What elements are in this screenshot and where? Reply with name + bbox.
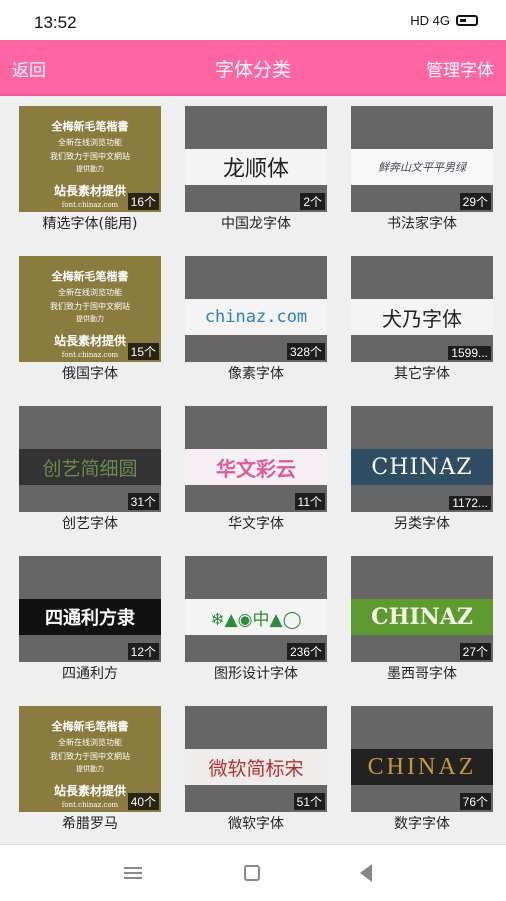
status-icons: HD 4G bbox=[410, 13, 478, 28]
category-thumbnail: CHINAZ 76个 bbox=[351, 706, 493, 812]
category-item[interactable]: chinaz.com 328个 像素字体 bbox=[185, 246, 327, 386]
status-bar: 13:52 HD 4G bbox=[0, 0, 506, 40]
font-count-badge: 51个 bbox=[293, 793, 325, 810]
category-label: 精选字体(能用) bbox=[42, 216, 138, 232]
category-thumbnail: CHINAZ 1172... bbox=[351, 406, 493, 512]
category-thumbnail: chinaz.com 328个 bbox=[185, 256, 327, 362]
category-label: 墨西哥字体 bbox=[387, 666, 457, 682]
font-count-badge: 1599... bbox=[448, 346, 491, 360]
category-label: 其它字体 bbox=[394, 366, 450, 382]
status-time: 13:52 bbox=[34, 13, 77, 32]
category-label: 俄国字体 bbox=[62, 366, 118, 382]
font-preview: ❄▲◉中▲◯ bbox=[185, 599, 327, 635]
manage-fonts-button[interactable]: 管理字体 bbox=[426, 56, 494, 81]
font-count-badge: 16个 bbox=[127, 193, 159, 210]
font-count-badge: 27个 bbox=[459, 643, 491, 660]
font-count-badge: 328个 bbox=[286, 343, 325, 360]
font-preview: 创艺简细圆 bbox=[19, 449, 161, 485]
font-preview: 华文彩云 bbox=[185, 449, 327, 485]
category-item[interactable]: ❄▲◉中▲◯ 236个 图形设计字体 bbox=[185, 546, 327, 686]
font-count-badge: 31个 bbox=[127, 493, 159, 510]
category-thumbnail: 华文彩云 11个 bbox=[185, 406, 327, 512]
category-item[interactable]: 全梅新毛笔楷書 全新在线浏览功能 我们致力于国中文網站 提供動力 站長素材提供 … bbox=[19, 246, 161, 386]
category-thumbnail: 鲜奔山文平平男绿 29个 bbox=[351, 106, 493, 212]
category-label: 图形设计字体 bbox=[214, 666, 298, 682]
category-label: 微软字体 bbox=[228, 816, 284, 832]
category-label: 创艺字体 bbox=[62, 516, 118, 532]
app-header: 返回 字体分类 管理字体 bbox=[0, 40, 506, 96]
category-thumbnail: CHINAZ 27个 bbox=[351, 556, 493, 662]
category-item[interactable]: 全梅新毛笔楷書 全新在线浏览功能 我们致力于国中文網站 提供動力 站長素材提供 … bbox=[19, 696, 161, 836]
category-item[interactable]: 四通利方隶 12个 四通利方 bbox=[19, 546, 161, 686]
category-thumbnail: 全梅新毛笔楷書 全新在线浏览功能 我们致力于国中文網站 提供動力 站長素材提供 … bbox=[19, 706, 161, 812]
category-label: 像素字体 bbox=[228, 366, 284, 382]
category-label: 另类字体 bbox=[394, 516, 450, 532]
category-thumbnail: 龙顺体 2个 bbox=[185, 106, 327, 212]
font-count-badge: 1172... bbox=[449, 496, 491, 510]
system-nav-bar bbox=[0, 844, 506, 901]
font-preview: chinaz.com bbox=[185, 299, 327, 335]
category-label: 书法家字体 bbox=[387, 216, 457, 232]
category-item[interactable]: 华文彩云 11个 华文字体 bbox=[185, 396, 327, 536]
font-preview: CHINAZ bbox=[351, 749, 493, 785]
battery-icon bbox=[456, 15, 478, 26]
category-thumbnail: 微软简标宋 51个 bbox=[185, 706, 327, 812]
category-item[interactable]: CHINAZ 27个 墨西哥字体 bbox=[351, 546, 493, 686]
category-item[interactable]: 龙顺体 2个 中国龙字体 bbox=[185, 96, 327, 236]
category-thumbnail: ❄▲◉中▲◯ 236个 bbox=[185, 556, 327, 662]
category-item[interactable]: CHINAZ 1172... 另类字体 bbox=[351, 396, 493, 536]
font-preview: 微软简标宋 bbox=[185, 749, 327, 785]
font-count-badge: 2个 bbox=[300, 193, 325, 210]
category-item[interactable]: 全梅新毛笔楷書 全新在线浏览功能 我们致力于国中文網站 提供動力 站長素材提供 … bbox=[19, 96, 161, 236]
category-label: 数字字体 bbox=[394, 816, 450, 832]
font-category-grid: 全梅新毛笔楷書 全新在线浏览功能 我们致力于国中文網站 提供動力 站長素材提供 … bbox=[0, 96, 506, 844]
category-thumbnail: 创艺简细圆 31个 bbox=[19, 406, 161, 512]
category-label: 华文字体 bbox=[228, 516, 284, 532]
font-count-badge: 40个 bbox=[127, 793, 159, 810]
category-item[interactable]: 微软简标宋 51个 微软字体 bbox=[185, 696, 327, 836]
category-thumbnail: 四通利方隶 12个 bbox=[19, 556, 161, 662]
network-indicator: HD 4G bbox=[410, 13, 450, 28]
category-item[interactable]: 犬乃字体 1599... 其它字体 bbox=[351, 246, 493, 386]
category-thumbnail: 全梅新毛笔楷書 全新在线浏览功能 我们致力于国中文網站 提供動力 站長素材提供 … bbox=[19, 106, 161, 212]
font-preview: 鲜奔山文平平男绿 bbox=[351, 149, 493, 185]
category-thumbnail: 犬乃字体 1599... bbox=[351, 256, 493, 362]
font-count-badge: 11个 bbox=[294, 493, 325, 510]
font-preview: 龙顺体 bbox=[185, 149, 327, 185]
font-preview: CHINAZ bbox=[351, 449, 493, 485]
font-preview: CHINAZ bbox=[351, 599, 493, 635]
font-count-badge: 12个 bbox=[127, 643, 159, 660]
back-icon[interactable] bbox=[360, 864, 372, 882]
font-count-badge: 29个 bbox=[459, 193, 491, 210]
category-label: 四通利方 bbox=[62, 666, 118, 682]
category-label: 中国龙字体 bbox=[221, 216, 291, 232]
font-count-badge: 76个 bbox=[459, 793, 491, 810]
category-item[interactable]: 创艺简细圆 31个 创艺字体 bbox=[19, 396, 161, 536]
category-item[interactable]: 鲜奔山文平平男绿 29个 书法家字体 bbox=[351, 96, 493, 236]
category-label: 希腊罗马 bbox=[62, 816, 118, 832]
font-preview: 犬乃字体 bbox=[351, 299, 493, 335]
font-preview: 四通利方隶 bbox=[19, 599, 161, 635]
font-count-badge: 236个 bbox=[286, 643, 325, 660]
category-item[interactable]: CHINAZ 76个 数字字体 bbox=[351, 696, 493, 836]
category-thumbnail: 全梅新毛笔楷書 全新在线浏览功能 我们致力于国中文網站 提供動力 站長素材提供 … bbox=[19, 256, 161, 362]
menu-icon[interactable] bbox=[124, 867, 142, 879]
home-icon[interactable] bbox=[244, 865, 260, 881]
font-count-badge: 15个 bbox=[127, 343, 159, 360]
